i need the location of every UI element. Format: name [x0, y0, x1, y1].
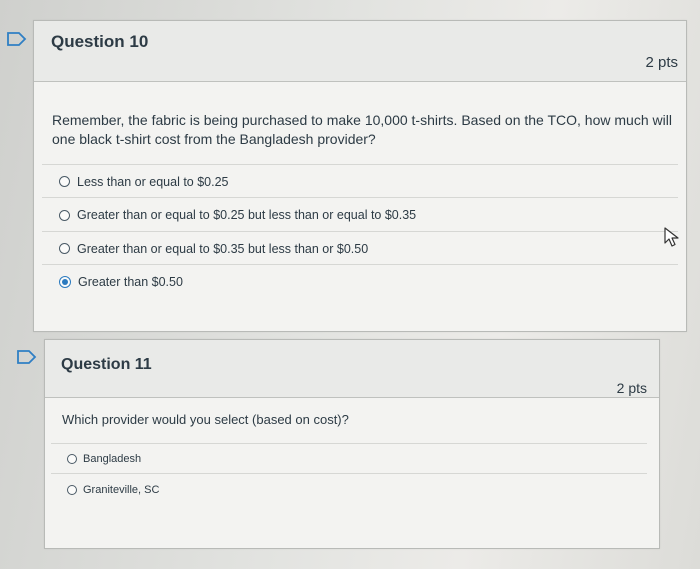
flag-question-10-icon[interactable] [7, 32, 27, 46]
radio-button[interactable] [67, 454, 77, 464]
question-10-title: Question 10 [51, 32, 149, 51]
answer-option[interactable]: Greater than or equal to $0.35 but less … [42, 231, 678, 265]
answer-label: Greater than or equal to $0.25 but less … [77, 208, 417, 222]
question-10-answers: Less than or equal to $0.25 Greater than… [42, 164, 678, 304]
answer-option[interactable]: Greater than or equal to $0.25 but less … [42, 197, 678, 232]
answer-option[interactable]: Bangladesh [51, 443, 647, 474]
radio-button-selected[interactable] [59, 275, 71, 288]
question-10-card: Question 10 2 pts Remember, the fabric i… [33, 20, 687, 332]
pointer-cursor-icon [662, 226, 682, 248]
quiz-screen: Question 10 2 pts Remember, the fabric i… [0, 0, 700, 569]
question-11-card: Question 11 2 pts Which provider would y… [44, 339, 660, 549]
radio-button[interactable] [59, 176, 70, 187]
radio-button[interactable] [67, 484, 77, 495]
question-11-title: Question 11 [61, 356, 152, 373]
question-10-points: 2 pts [645, 54, 678, 71]
answer-label: Less than or equal to $0.25 [77, 174, 229, 189]
radio-button[interactable] [59, 243, 70, 254]
answer-label: Graniteville, SC [83, 483, 160, 496]
flag-question-11-icon[interactable] [17, 350, 37, 364]
answer-option[interactable]: Less than or equal to $0.25 [42, 164, 678, 198]
question-11-header: Question 11 2 pts [45, 340, 659, 398]
question-11-points: 2 pts [616, 380, 647, 396]
answer-label: Greater than $0.50 [78, 274, 183, 289]
question-10-text: Remember, the fabric is being purchased … [52, 112, 672, 148]
answer-label: Greater than or equal to $0.35 but less … [77, 241, 369, 256]
answer-option[interactable]: Graniteville, SC [51, 473, 647, 505]
question-11-answers: Bangladesh Graniteville, SC [51, 443, 647, 505]
radio-button[interactable] [59, 209, 70, 221]
answer-option-selected[interactable]: Greater than $0.50 [42, 264, 678, 298]
question-11-text: Which provider would you select (based o… [62, 412, 349, 427]
question-10-header: Question 10 2 pts [34, 21, 686, 82]
answer-label: Bangladesh [83, 453, 142, 465]
